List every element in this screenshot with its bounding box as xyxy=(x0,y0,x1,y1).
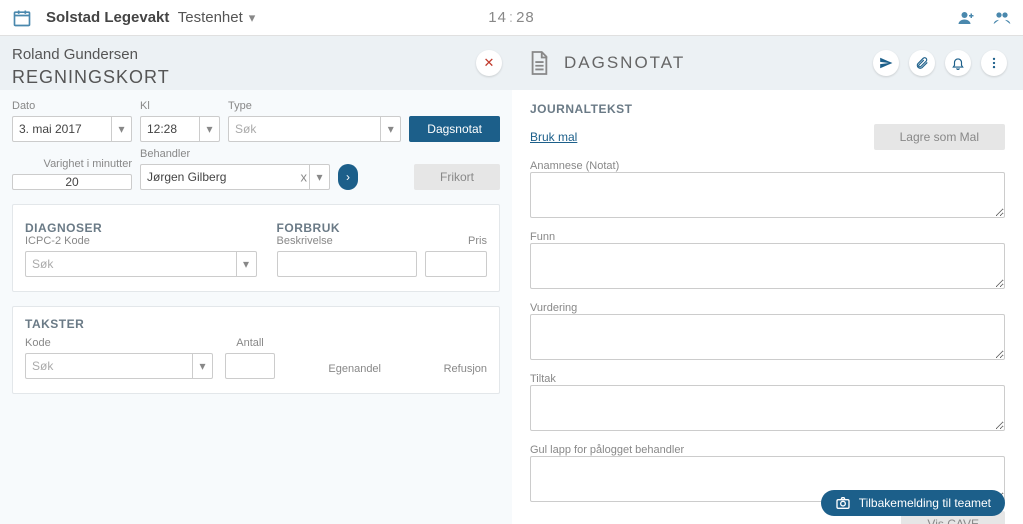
vurdering-textarea[interactable] xyxy=(530,314,1005,360)
tiltak-label: Tiltak xyxy=(530,373,1005,385)
chevron-down-icon[interactable]: ▾ xyxy=(249,10,256,26)
feedback-button[interactable]: Tilbakemelding til teamet xyxy=(821,490,1005,516)
send-button[interactable] xyxy=(873,50,899,76)
next-arrow-button[interactable]: › xyxy=(338,164,358,190)
left-title: REGNINGSKORT xyxy=(12,67,500,88)
paper-plane-icon xyxy=(879,56,893,70)
duration-label: Varighet i minutter xyxy=(12,158,132,170)
beskrivelse-input[interactable] xyxy=(277,251,418,277)
date-combo[interactable]: 3. mai 2017 ▾ xyxy=(12,116,132,142)
close-button[interactable]: ✕ xyxy=(476,50,502,76)
chevron-right-icon: › xyxy=(346,170,350,184)
tiltak-textarea[interactable] xyxy=(530,385,1005,431)
diagnoser-card: DIAGNOSER ICPC-2 Kode Søk ▾ FORBRUK Besk… xyxy=(12,204,500,292)
lagre-mal-button[interactable]: Lagre som Mal xyxy=(874,124,1005,150)
more-button[interactable] xyxy=(981,50,1007,76)
antall-label: Antall xyxy=(225,337,275,349)
topbar: Solstad Legevakt Testenhet ▾ 14:28 xyxy=(0,0,1023,36)
antall-input[interactable] xyxy=(225,353,275,379)
icpc-code-combo[interactable]: Søk ▾ xyxy=(25,251,257,277)
pris-label: Pris xyxy=(425,235,487,247)
type-label: Type xyxy=(228,100,401,112)
funn-textarea[interactable] xyxy=(530,243,1005,289)
time-label: Kl xyxy=(140,100,220,112)
vurdering-label: Vurdering xyxy=(530,302,1005,314)
chevron-down-icon[interactable]: ▾ xyxy=(309,165,329,189)
calendar-icon[interactable] xyxy=(12,8,32,28)
takster-card: TAKSTER Kode Søk ▾ Antall Egenand xyxy=(12,306,500,394)
close-icon: ✕ xyxy=(484,55,495,71)
egenandel-label: Egenandel xyxy=(287,363,381,375)
takster-kode-label: Kode xyxy=(25,337,213,349)
journaltekst-title: JOURNALTEKST xyxy=(530,102,1005,116)
forbruk-title: FORBRUK xyxy=(277,221,487,235)
behandler-label: Behandler xyxy=(140,148,330,160)
chevron-down-icon[interactable]: ▾ xyxy=(380,117,400,141)
time-combo[interactable]: 12:28 ▾ xyxy=(140,116,220,142)
diagnoser-title: DIAGNOSER xyxy=(25,221,257,235)
right-title: DAGSNOTAT xyxy=(564,53,685,73)
org-title: Solstad Legevakt Testenhet xyxy=(46,9,243,26)
pris-input[interactable] xyxy=(425,251,487,277)
chevron-down-icon[interactable]: ▾ xyxy=(199,117,219,141)
unit-label[interactable]: Testenhet xyxy=(178,9,243,26)
attach-button[interactable] xyxy=(909,50,935,76)
funn-label: Funn xyxy=(530,231,1005,243)
notify-button[interactable] xyxy=(945,50,971,76)
gul-lapp-label: Gul lapp for pålogget behandler xyxy=(530,444,1005,456)
frikort-button[interactable]: Frikort xyxy=(414,164,500,190)
feedback-label: Tilbakemelding til teamet xyxy=(859,496,991,510)
chevron-down-icon[interactable]: ▾ xyxy=(236,252,256,276)
refusjon-label: Refusjon xyxy=(393,363,487,375)
right-pane: DAGSNOTAT xyxy=(512,36,1023,524)
clock-display: 14:28 xyxy=(488,9,535,26)
paperclip-icon xyxy=(915,56,929,70)
users-icon[interactable] xyxy=(993,9,1011,27)
kebab-icon xyxy=(987,56,1001,70)
bell-icon xyxy=(951,56,965,70)
add-user-icon[interactable] xyxy=(957,9,975,27)
anamnese-label: Anamnese (Notat) xyxy=(530,160,1005,172)
icpc-code-label: ICPC-2 Kode xyxy=(25,235,257,247)
beskrivelse-label: Beskrivelse xyxy=(277,235,418,247)
right-header: DAGSNOTAT xyxy=(512,36,1023,90)
chevron-down-icon[interactable]: ▾ xyxy=(192,354,212,378)
behandler-combo[interactable]: Jørgen Gilberg x ▾ xyxy=(140,164,330,190)
date-label: Dato xyxy=(12,100,132,112)
document-icon xyxy=(528,50,550,76)
chevron-down-icon[interactable]: ▾ xyxy=(111,117,131,141)
anamnese-textarea[interactable] xyxy=(530,172,1005,218)
takster-title: TAKSTER xyxy=(25,317,487,331)
type-combo[interactable]: Søk ▾ xyxy=(228,116,401,142)
patient-name: Roland Gundersen xyxy=(12,46,500,63)
org-name: Solstad Legevakt xyxy=(46,9,169,26)
takster-kode-combo[interactable]: Søk ▾ xyxy=(25,353,213,379)
left-pane: Roland Gundersen REGNINGSKORT ✕ Dato 3. … xyxy=(0,36,512,524)
clear-icon[interactable]: x xyxy=(301,170,308,185)
dagsnotat-button[interactable]: Dagsnotat xyxy=(409,116,500,142)
duration-input[interactable]: 20 xyxy=(12,174,132,190)
left-header: Roland Gundersen REGNINGSKORT ✕ xyxy=(0,36,512,90)
bruk-mal-link[interactable]: Bruk mal xyxy=(530,130,577,144)
camera-icon xyxy=(835,495,851,511)
